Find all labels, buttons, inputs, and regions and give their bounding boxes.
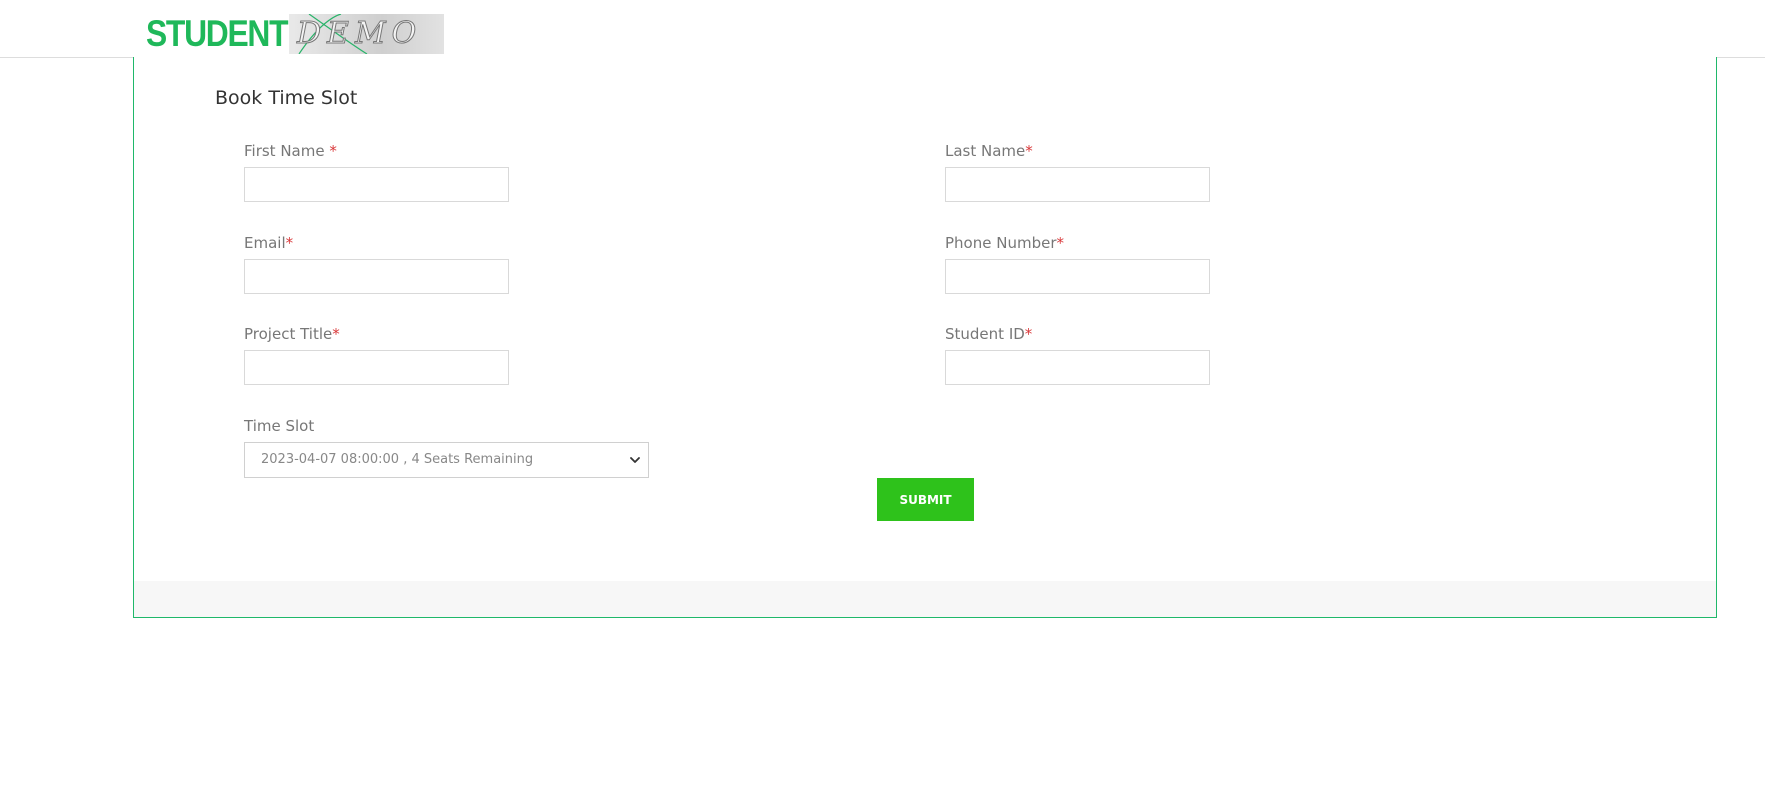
logo-demo-text: DEMO bbox=[296, 16, 423, 52]
site-logo[interactable]: STUDENT DEMO bbox=[146, 14, 444, 54]
page-title: Book Time Slot bbox=[215, 87, 358, 109]
first-name-label-text: First Name bbox=[244, 142, 330, 160]
logo-demo-badge: DEMO bbox=[289, 14, 444, 54]
booking-card: Book Time Slot First Name * Last Name* E… bbox=[133, 57, 1717, 618]
required-mark: * bbox=[1024, 325, 1033, 343]
email-label-text: Email bbox=[244, 234, 286, 252]
chevron-down-icon bbox=[630, 457, 640, 463]
required-mark: * bbox=[332, 325, 340, 343]
time-slot-selected-value: 2023-04-07 08:00:00 , 4 Seats Remaining bbox=[261, 452, 534, 467]
logo-student-text: STUDENT bbox=[146, 13, 289, 54]
submit-button[interactable]: SUBMIT bbox=[877, 478, 974, 521]
required-mark: * bbox=[285, 234, 294, 252]
first-name-label: First Name * bbox=[244, 142, 337, 160]
last-name-input[interactable] bbox=[945, 167, 1210, 202]
phone-number-input[interactable] bbox=[945, 259, 1210, 294]
required-mark: * bbox=[329, 142, 337, 160]
required-mark: * bbox=[1056, 234, 1065, 252]
time-slot-label: Time Slot bbox=[244, 417, 315, 435]
site-header: STUDENT DEMO bbox=[0, 0, 1765, 58]
project-title-input[interactable] bbox=[244, 350, 509, 385]
project-title-label: Project Title* bbox=[244, 325, 340, 343]
student-id-input[interactable] bbox=[945, 350, 1210, 385]
first-name-input[interactable] bbox=[244, 167, 509, 202]
phone-number-label: Phone Number* bbox=[945, 234, 1064, 252]
phone-number-label-text: Phone Number bbox=[945, 234, 1057, 252]
student-id-label: Student ID* bbox=[945, 325, 1032, 343]
last-name-label-text: Last Name bbox=[945, 142, 1026, 160]
card-footer bbox=[134, 581, 1716, 617]
student-id-label-text: Student ID bbox=[945, 325, 1025, 343]
last-name-label: Last Name* bbox=[945, 142, 1033, 160]
project-title-label-text: Project Title bbox=[244, 325, 333, 343]
required-mark: * bbox=[1025, 142, 1033, 160]
time-slot-select[interactable]: 2023-04-07 08:00:00 , 4 Seats Remaining bbox=[244, 442, 649, 478]
email-input[interactable] bbox=[244, 259, 509, 294]
email-label: Email* bbox=[244, 234, 293, 252]
